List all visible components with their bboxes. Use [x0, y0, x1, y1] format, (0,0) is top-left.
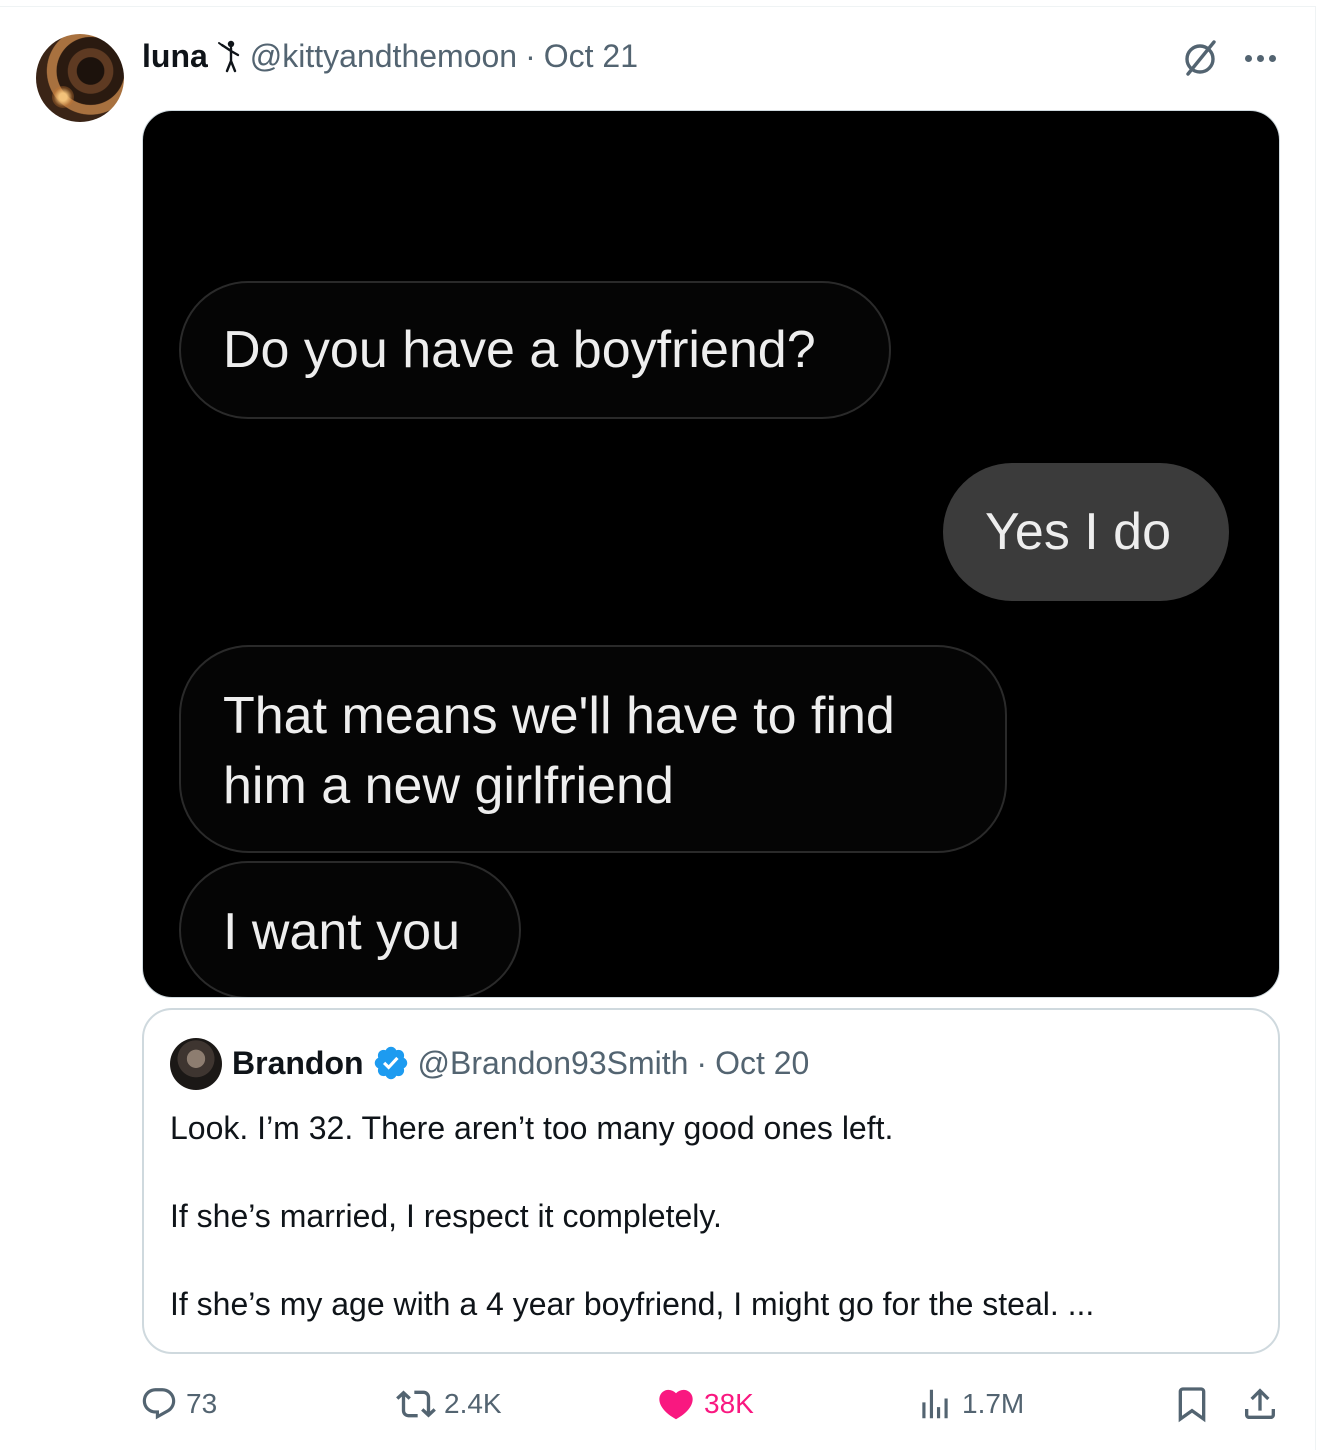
repost-count: 2.4K [444, 1388, 502, 1419]
author-handle[interactable]: @kittyandthemoon [250, 38, 517, 75]
frame-right-border [1315, 6, 1316, 1450]
retweet-icon [396, 1390, 436, 1418]
more-dot [1244, 54, 1252, 62]
figure-emoji-icon [217, 40, 239, 73]
message-bubble-outgoing: Yes I do [943, 463, 1229, 601]
quoted-author-avatar[interactable] [170, 1038, 222, 1090]
grok-icon[interactable] [1180, 38, 1220, 78]
tweet-action-bar: 73 2.4K 38K 1.7M [0, 1378, 1320, 1430]
more-dot [1268, 54, 1276, 62]
message-line: That means we'll have to find [223, 687, 895, 745]
reply-icon [142, 1388, 176, 1420]
verified-badge-icon [374, 1046, 407, 1080]
more-dot [1256, 54, 1264, 62]
quoted-tweet-text-line: If she’s married, I respect it completel… [170, 1198, 722, 1234]
message-bubble-incoming: Do you have a boyfriend? [179, 281, 891, 419]
message-line: him a new girlfriend [223, 757, 674, 815]
views-button[interactable]: 1.7M [916, 1378, 1024, 1430]
quoted-header-separator: · [696, 1044, 708, 1081]
author-avatar[interactable] [36, 34, 124, 122]
message-bubble-incoming: That means we'll have to find him a new … [179, 645, 1007, 853]
share-button[interactable] [1240, 1378, 1288, 1430]
header-separator: · [525, 37, 536, 74]
repost-button[interactable]: 2.4K [396, 1378, 502, 1430]
tweet-media-image[interactable]: Do you have a boyfriend? Yes I do That m… [142, 110, 1280, 998]
tweet-date[interactable]: Oct 21 [544, 38, 638, 75]
quoted-tweet-text-line: If she’s my age with a 4 year boyfriend,… [170, 1286, 1095, 1322]
views-icon [922, 1389, 948, 1419]
share-icon [1245, 1388, 1275, 1419]
avatar-glow [52, 86, 74, 108]
quoted-tweet-date[interactable]: Oct 20 [715, 1045, 809, 1082]
more-icon[interactable] [1240, 40, 1280, 76]
reply-button[interactable]: 73 [140, 1378, 217, 1430]
quoted-tweet[interactable]: Brandon @Brandon93Smith · Oct 20 Look. I… [142, 1008, 1280, 1354]
frame-top-border [0, 6, 1316, 7]
tweet-header: luna @kittyandthemoon · Oct 21 [142, 34, 638, 78]
like-button[interactable]: 38K [656, 1378, 754, 1430]
quoted-author-handle[interactable]: @Brandon93Smith [418, 1045, 689, 1082]
message-bubble-incoming: I want you [179, 861, 521, 997]
bookmark-icon [1178, 1387, 1206, 1423]
reply-count: 73 [186, 1388, 218, 1419]
heart-icon [659, 1389, 693, 1420]
quoted-tweet-text-line: Look. I’m 32. There aren’t too many good… [170, 1110, 894, 1146]
author-name[interactable]: luna [142, 38, 208, 75]
like-count: 38K [704, 1388, 754, 1419]
views-count: 1.7M [962, 1388, 1025, 1419]
bookmark-button[interactable] [1172, 1378, 1220, 1430]
quoted-author-name[interactable]: Brandon [232, 1045, 364, 1082]
quoted-tweet-header: Brandon @Brandon93Smith · Oct 20 [232, 1040, 809, 1086]
